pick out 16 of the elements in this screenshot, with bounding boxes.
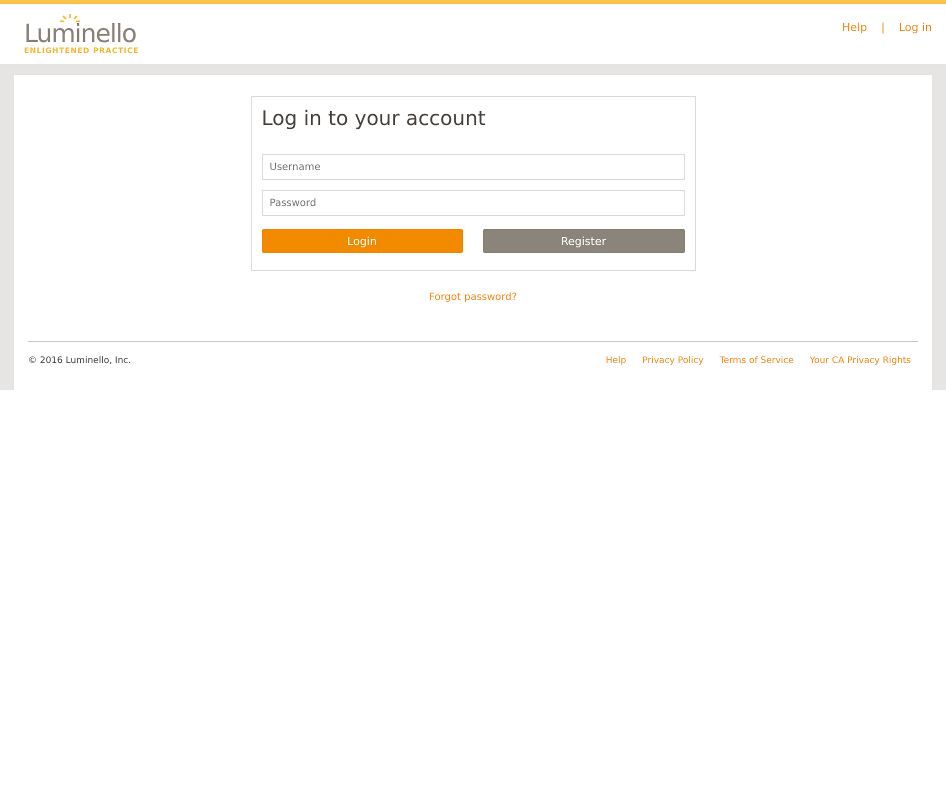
header-link[interactable]: Log in [898, 21, 932, 34]
header-link[interactable]: Help [842, 21, 868, 34]
password-field[interactable]: Password [262, 190, 684, 216]
footer-link[interactable]: Your CA Privacy Rights [810, 356, 911, 366]
footer-link[interactable]: Privacy Policy [642, 356, 704, 366]
register-button[interactable]: Register [482, 229, 684, 253]
sunburst-icon [58, 14, 82, 23]
forgot-password-link[interactable]: Forgot password? [429, 292, 517, 303]
login-button[interactable]: Login [262, 229, 462, 253]
link-separator: | [881, 21, 885, 34]
footer-link[interactable]: Terms of Service [720, 356, 794, 366]
card-title: Log in to your account [262, 105, 487, 131]
footer-link[interactable]: Help [606, 356, 626, 366]
copyright-text: © 2016 Luminello, Inc. [28, 356, 132, 366]
logo-name: Luminello [24, 23, 136, 45]
username-field[interactable]: Username [262, 154, 684, 180]
